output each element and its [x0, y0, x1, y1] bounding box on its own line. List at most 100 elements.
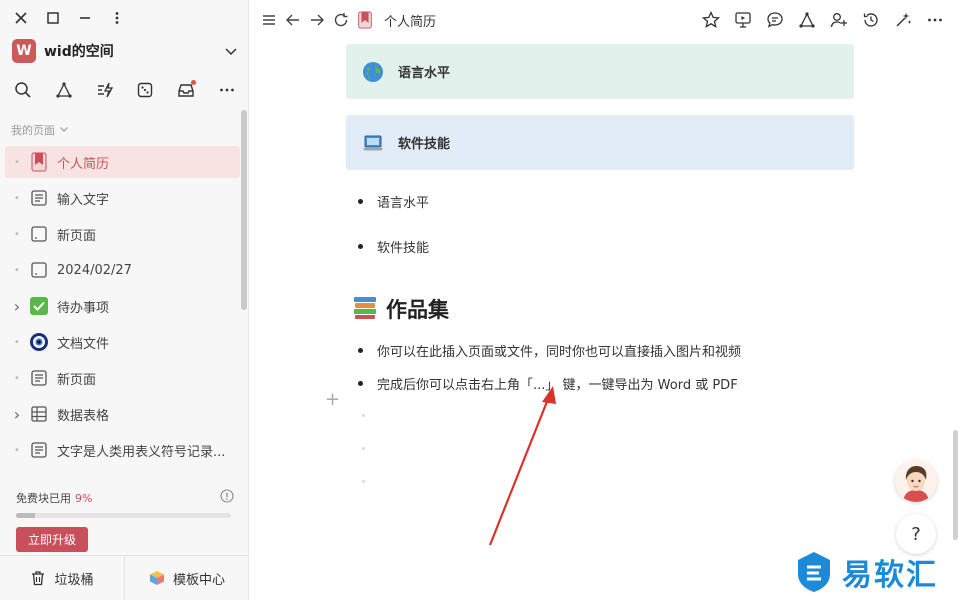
callout-language[interactable]: 语言水平 [346, 44, 854, 99]
presentation-icon[interactable] [732, 9, 754, 31]
page-item-resume[interactable]: • 个人简历 [5, 146, 240, 178]
page-label: 待办事项 [57, 300, 110, 316]
page-item-writing[interactable]: • 文字是人类用表义符号记录... [5, 434, 240, 466]
eye-icon [29, 332, 49, 352]
page-item-new-page-2[interactable]: • 新页面 [5, 362, 240, 394]
bullet-dot: • [14, 156, 20, 168]
bookmark-icon [354, 9, 376, 31]
bullet-dot: • [14, 372, 20, 384]
page-label: 个人简历 [57, 156, 110, 172]
content-scrollbar[interactable] [953, 430, 958, 540]
page-label: 文档文件 [57, 336, 110, 352]
doc-icon [29, 440, 49, 460]
forward-arrow-icon[interactable] [306, 9, 328, 31]
section-heading[interactable]: 作品集 [352, 294, 449, 324]
list-item[interactable]: 语言水平 [358, 192, 429, 211]
checkbox-icon [29, 296, 49, 316]
minimize-icon[interactable] [78, 10, 110, 30]
info-icon[interactable] [220, 489, 234, 506]
chevron-down-icon [59, 127, 68, 132]
my-pages-section[interactable]: 我的页面 [11, 122, 69, 138]
refresh-icon[interactable] [330, 9, 352, 31]
back-arrow-icon[interactable] [282, 9, 304, 31]
quota-percent: 9% [75, 491, 93, 505]
top-toolbar: 个人简历 [250, 0, 960, 40]
empty-block-placeholder[interactable] [362, 480, 365, 483]
annotation-arrow [488, 386, 556, 546]
page-item-text[interactable]: • 输入文字 [5, 182, 240, 214]
add-member-icon[interactable] [828, 9, 850, 31]
bullet-dot [358, 199, 363, 204]
bullet-dot: • [14, 264, 20, 276]
add-block-icon[interactable]: + [325, 389, 340, 410]
comment-icon[interactable] [764, 9, 786, 31]
star-icon[interactable] [700, 9, 722, 31]
workspace-switcher[interactable]: W wid的空间 [12, 39, 238, 63]
page-tree: • 个人简历 • 输入文字 • 新页面 • 2024/02/27 › 待办事项 … [5, 146, 240, 470]
bullet-dot: • [14, 228, 20, 240]
page-item-table[interactable]: › 数据表格 [5, 398, 240, 430]
expand-chevron-icon[interactable]: › [11, 405, 23, 424]
app-window: W wid的空间 我的页面 • 个人简历 • 输入文字 • 新页面 • 2024… [0, 0, 960, 600]
list-item[interactable]: 你可以在此插入页面或文件，同时你也可以直接插入图片和视频 [358, 341, 741, 360]
menu-icon[interactable] [258, 9, 280, 31]
list-item-text: 软件技能 [377, 241, 430, 256]
list-item-text: 语言水平 [377, 196, 430, 211]
workspace-name: wid的空间 [44, 44, 114, 60]
more-icon[interactable] [924, 9, 946, 31]
graph-icon[interactable] [796, 9, 818, 31]
trash-button[interactable]: 垃圾桶 [0, 556, 124, 600]
empty-block-placeholder[interactable] [362, 414, 365, 417]
history-icon[interactable] [860, 9, 882, 31]
page-item-new-page[interactable]: • 新页面 [5, 218, 240, 250]
help-button[interactable]: ? [896, 514, 936, 554]
search-icon[interactable] [12, 79, 34, 101]
more-icon[interactable] [216, 79, 238, 101]
bullet-dot: • [14, 336, 20, 348]
ai-magic-icon[interactable] [892, 9, 914, 31]
editor-content[interactable]: 语言水平 软件技能 语言水平 软件技能 作品集 你可以在此插入页面或文件，同时你… [250, 40, 960, 600]
maximize-icon[interactable] [46, 10, 78, 30]
blank-page-icon [29, 224, 49, 244]
page-label: 输入文字 [57, 192, 110, 208]
list-item-text: 你可以在此插入页面或文件，同时你也可以直接插入图片和视频 [377, 345, 742, 360]
sidebar-footer: 垃圾桶 模板中心 [0, 555, 249, 600]
watermark-text: 易软汇 [842, 558, 938, 593]
watermark-shield-icon [798, 552, 830, 592]
page-item-documents[interactable]: • 文档文件 [5, 326, 240, 358]
table-icon [29, 404, 49, 424]
quota-label: 免费块已用 [16, 491, 71, 505]
bullet-dot [358, 381, 363, 386]
inbox-icon[interactable] [175, 79, 197, 101]
doc-icon [29, 368, 49, 388]
empty-block-placeholder[interactable] [362, 447, 365, 450]
window-controls [14, 10, 142, 30]
heading-text: 作品集 [386, 298, 449, 322]
sidebar-scrollbar[interactable] [241, 110, 247, 310]
quick-action-icon[interactable] [94, 79, 116, 101]
callout-software[interactable]: 软件技能 [346, 115, 854, 170]
workspace-avatar: W [12, 39, 36, 63]
upgrade-button[interactable]: 立即升级 [16, 527, 89, 552]
expand-chevron-icon[interactable]: › [11, 297, 23, 316]
dice-icon[interactable] [134, 79, 156, 101]
more-vertical-icon[interactable] [110, 10, 142, 30]
quota-text: 免费块已用 9% [16, 490, 92, 506]
doc-icon [29, 188, 49, 208]
template-cube-icon [149, 571, 164, 585]
bullet-dot: • [14, 444, 20, 456]
graph-icon[interactable] [53, 79, 75, 101]
sidebar: W wid的空间 我的页面 • 个人简历 • 输入文字 • 新页面 • 2024… [0, 0, 249, 600]
books-icon [352, 294, 378, 324]
page-item-todo[interactable]: › 待办事项 [5, 290, 240, 322]
page-item-date[interactable]: • 2024/02/27 [5, 254, 240, 286]
template-center-button[interactable]: 模板中心 [124, 556, 249, 600]
template-label: 模板中心 [172, 572, 225, 588]
laptop-icon [362, 132, 384, 154]
page-label: 数据表格 [57, 408, 110, 424]
assistant-avatar[interactable] [895, 460, 937, 502]
callout-text: 软件技能 [398, 137, 451, 152]
list-item[interactable]: 软件技能 [358, 237, 429, 256]
page-label: 文字是人类用表义符号记录... [57, 444, 226, 460]
close-icon[interactable] [14, 10, 46, 30]
